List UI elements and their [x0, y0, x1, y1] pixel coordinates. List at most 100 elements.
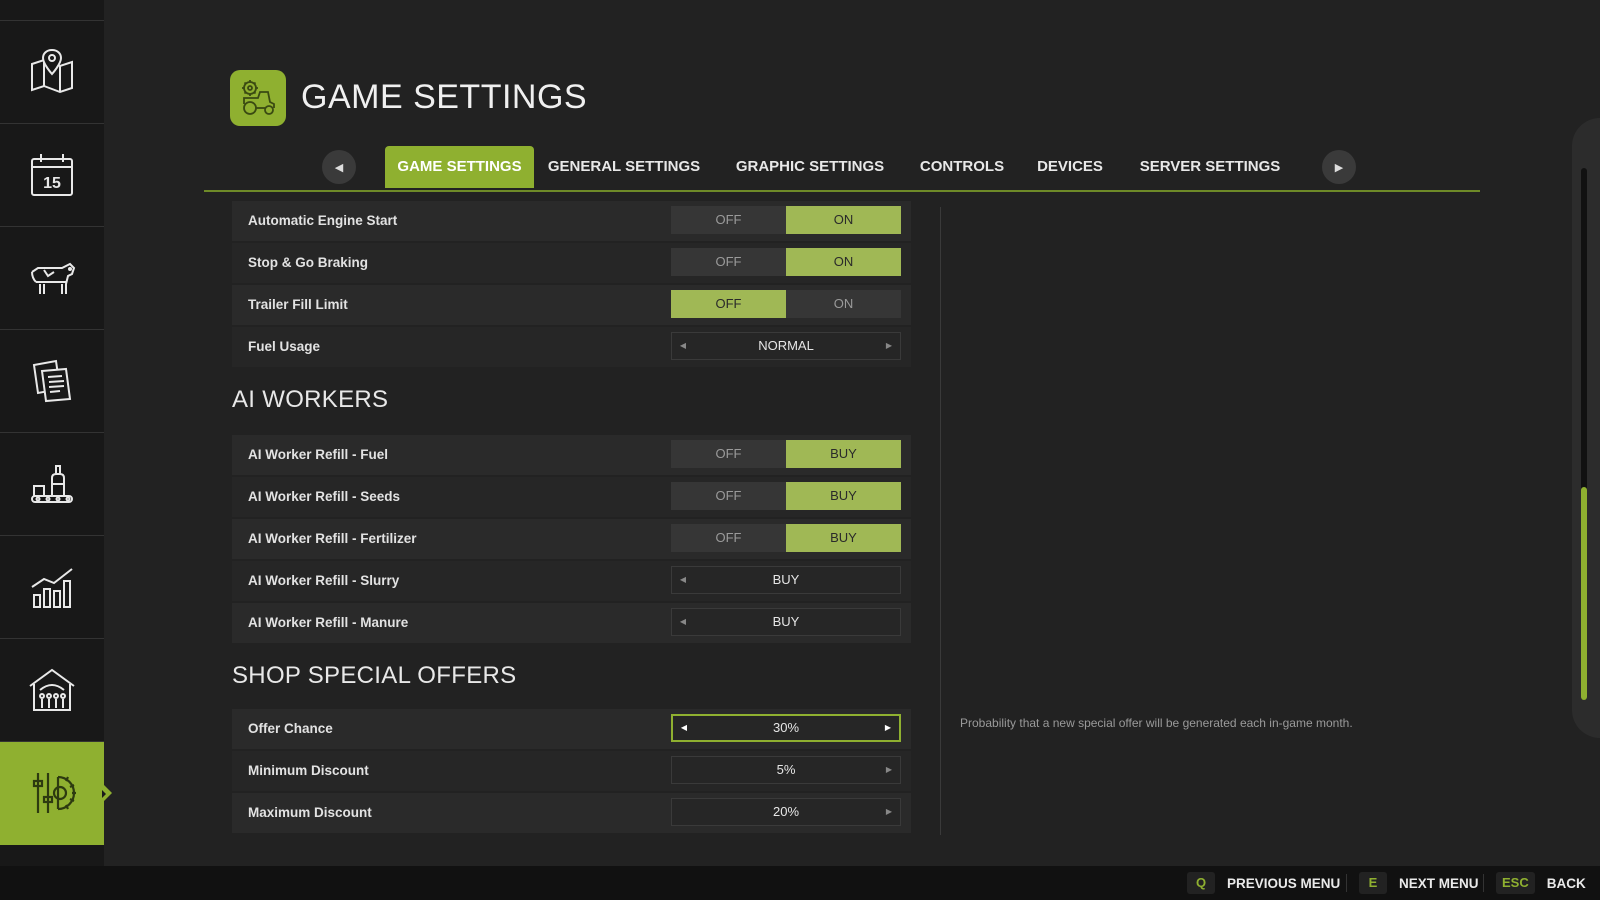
selector-left-arrow-icon[interactable]: ◀ [672, 333, 694, 359]
option-buy[interactable]: BUY [786, 482, 901, 510]
setting-ai-refill-fertilizer: AI Worker Refill - Fertilizer OFF BUY [232, 519, 911, 559]
sidebar-item-contracts[interactable] [0, 330, 104, 433]
selector-value: NORMAL [758, 338, 814, 353]
calendar-icon: 15 [31, 154, 73, 196]
hint-label: PREVIOUS MENU [1227, 875, 1341, 891]
bottom-hint-bar: Q PREVIOUS MENU E NEXT MENU ESC BACK [0, 866, 1600, 900]
toggle-trailer-fill-limit: OFF ON [671, 290, 901, 318]
selector-left-arrow-icon[interactable]: ◀ [672, 609, 694, 635]
panel-divider [940, 207, 941, 835]
chart-icon [31, 568, 73, 608]
option-off[interactable]: OFF [671, 482, 786, 510]
section-title-ai-workers: AI WORKERS [232, 386, 389, 413]
sidebar-item-map[interactable] [0, 21, 104, 124]
farm-building-icon [29, 668, 75, 711]
setting-ai-refill-manure: AI Worker Refill - Manure ◀ BUY [232, 603, 911, 643]
setting-label: AI Worker Refill - Fuel [248, 447, 389, 462]
setting-fuel-usage: Fuel Usage ◀ NORMAL ▶ [232, 327, 911, 367]
setting-label: Automatic Engine Start [248, 213, 398, 228]
option-on[interactable]: ON [786, 248, 901, 276]
sidebar-top-edge [0, 0, 104, 21]
hint-next-menu[interactable]: E NEXT MENU [1359, 872, 1479, 894]
toggle-automatic-engine-start: OFF ON [671, 206, 901, 234]
sidebar-item-production[interactable] [0, 433, 104, 536]
option-off[interactable]: OFF [671, 524, 786, 552]
key-badge: E [1359, 872, 1387, 894]
settings-sliders-icon [32, 773, 76, 813]
scrollbar-thumb[interactable] [1581, 487, 1587, 700]
page-title: GAME SETTINGS [301, 78, 588, 116]
tab-graphic-settings[interactable]: GRAPHIC SETTINGS [724, 146, 896, 188]
tab-devices[interactable]: DEVICES [1030, 146, 1110, 188]
selector-offer-chance[interactable]: ◀ 30% ▶ [671, 714, 901, 742]
selector-value: 30% [772, 720, 800, 735]
active-indicator-arrow [102, 790, 106, 798]
setting-label: Offer Chance [248, 721, 333, 736]
calendar-day-label: 15 [43, 175, 61, 192]
option-on[interactable]: ON [786, 290, 901, 318]
selector-value: BUY [772, 572, 800, 587]
setting-description: Probability that a new special offer wil… [960, 716, 1353, 730]
option-off[interactable]: OFF [671, 248, 786, 276]
setting-ai-refill-seeds: AI Worker Refill - Seeds OFF BUY [232, 477, 911, 517]
cow-icon [31, 262, 76, 294]
map-pin-icon [31, 48, 73, 94]
option-on[interactable]: ON [786, 206, 901, 234]
setting-maximum-discount: Maximum Discount 20% ▶ [232, 793, 911, 833]
tab-bar: ◀ GAME SETTINGS GENERAL SETTINGS GRAPHIC… [204, 146, 1480, 192]
selector-ai-refill-manure[interactable]: ◀ BUY [671, 608, 901, 636]
option-off[interactable]: OFF [671, 440, 786, 468]
selector-ai-refill-slurry[interactable]: ◀ BUY [671, 566, 901, 594]
hint-label: BACK [1546, 875, 1586, 891]
section-title-shop-offers: SHOP SPECIAL OFFERS [232, 662, 517, 689]
option-off[interactable]: OFF [671, 290, 786, 318]
selector-fuel-usage[interactable]: ◀ NORMAL ▶ [671, 332, 901, 360]
sidebar-item-animals[interactable] [0, 227, 104, 330]
setting-label: AI Worker Refill - Slurry [248, 573, 400, 588]
setting-offer-chance: Offer Chance ◀ 30% ▶ [232, 709, 911, 749]
sidebar-item-workers[interactable] [0, 639, 104, 742]
setting-label: AI Worker Refill - Seeds [248, 489, 401, 504]
toggle-ai-refill-fertilizer: OFF BUY [671, 524, 901, 552]
selector-right-arrow-icon[interactable]: ▶ [877, 716, 899, 740]
selector-value: 20% [772, 804, 800, 819]
setting-trailer-fill-limit: Trailer Fill Limit OFF ON [232, 285, 911, 325]
selector-right-arrow-icon[interactable]: ▶ [878, 799, 900, 825]
selector-value: 5% [776, 762, 796, 777]
selector-right-arrow-icon[interactable]: ▶ [878, 333, 900, 359]
option-buy[interactable]: BUY [786, 524, 901, 552]
setting-stop-go-braking: Stop & Go Braking OFF ON [232, 243, 911, 283]
tab-controls[interactable]: CONTROLS [912, 146, 1012, 188]
hint-previous-menu[interactable]: Q PREVIOUS MENU [1187, 872, 1340, 894]
setting-label: Fuel Usage [248, 339, 321, 354]
sidebar-item-settings[interactable] [0, 742, 112, 845]
tab-server-settings[interactable]: SERVER SETTINGS [1130, 146, 1290, 188]
production-icon [31, 465, 73, 503]
option-off[interactable]: OFF [671, 206, 786, 234]
key-badge: ESC [1496, 872, 1535, 894]
toggle-stop-go-braking: OFF ON [671, 248, 901, 276]
option-buy[interactable]: BUY [786, 440, 901, 468]
selector-minimum-discount[interactable]: 5% ▶ [671, 756, 901, 784]
hint-back[interactable]: ESC BACK [1496, 872, 1586, 894]
toggle-ai-refill-fuel: OFF BUY [671, 440, 901, 468]
tab-game-settings[interactable]: GAME SETTINGS [385, 146, 534, 188]
selector-right-arrow-icon[interactable]: ▶ [878, 757, 900, 783]
setting-automatic-engine-start: Automatic Engine Start OFF ON [232, 201, 911, 241]
tab-prev-button[interactable]: ◀ [322, 150, 356, 184]
tab-next-button[interactable]: ▶ [1322, 150, 1356, 184]
documents-icon [32, 359, 72, 403]
setting-label: Stop & Go Braking [248, 255, 369, 270]
tab-general-settings[interactable]: GENERAL SETTINGS [544, 146, 704, 188]
sidebar-item-calendar[interactable]: 15 [0, 124, 104, 227]
setting-label: Minimum Discount [248, 763, 369, 778]
setting-label: AI Worker Refill - Manure [248, 615, 409, 630]
selector-left-arrow-icon[interactable]: ◀ [673, 716, 695, 740]
toggle-ai-refill-seeds: OFF BUY [671, 482, 901, 510]
setting-label: Maximum Discount [248, 805, 372, 820]
hint-separator [1483, 874, 1484, 892]
sidebar-item-statistics[interactable] [0, 536, 104, 639]
selector-left-arrow-icon[interactable]: ◀ [672, 567, 694, 593]
setting-ai-refill-fuel: AI Worker Refill - Fuel OFF BUY [232, 435, 911, 475]
selector-maximum-discount[interactable]: 20% ▶ [671, 798, 901, 826]
